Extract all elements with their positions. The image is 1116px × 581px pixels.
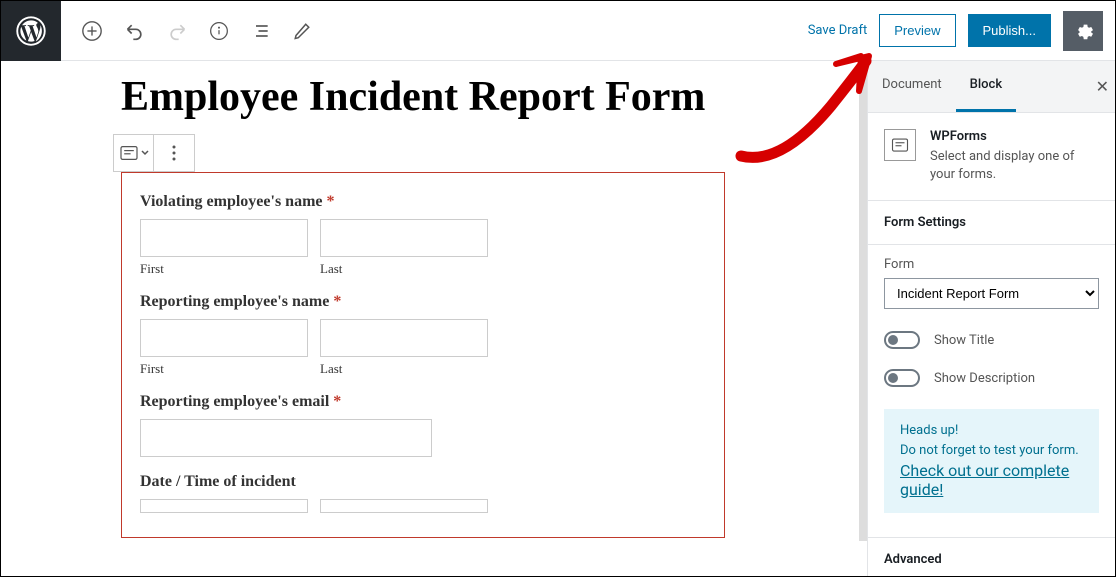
- block-toolbar: [113, 134, 195, 172]
- last-name-input[interactable]: [320, 219, 488, 257]
- settings-button[interactable]: [1063, 11, 1103, 51]
- block-name-label: WPForms: [930, 129, 1099, 144]
- tab-block[interactable]: Block: [956, 61, 1016, 112]
- toolbar-left: [61, 20, 311, 42]
- edit-icon[interactable]: [293, 22, 311, 40]
- field-reporting-name: Reporting employee's name * First Last: [140, 293, 706, 377]
- outline-icon[interactable]: [251, 21, 271, 41]
- undo-icon[interactable]: [125, 21, 145, 41]
- last-name-input[interactable]: [320, 319, 488, 357]
- required-mark: *: [327, 193, 335, 210]
- redo-icon[interactable]: [167, 21, 187, 41]
- block-type-icon[interactable]: [114, 135, 154, 171]
- email-input[interactable]: [140, 419, 432, 457]
- required-mark: *: [333, 393, 341, 410]
- toggle-show-desc-row: Show Description: [868, 359, 1115, 397]
- sidebar-tabs: Document Block ✕: [868, 61, 1115, 113]
- field-label: Violating employee's name *: [140, 193, 706, 211]
- toggle-show-title[interactable]: [884, 331, 920, 349]
- content-scrollbar[interactable]: [859, 61, 867, 541]
- save-draft-link[interactable]: Save Draft: [808, 23, 868, 38]
- time-input[interactable]: [320, 499, 488, 513]
- date-input[interactable]: [140, 499, 308, 513]
- settings-sidebar: Document Block ✕ WPForms Select and disp…: [867, 61, 1115, 576]
- top-toolbar: Save Draft Preview Publish...: [1, 1, 1115, 61]
- wordpress-logo[interactable]: [1, 1, 61, 61]
- block-more-icon[interactable]: [154, 135, 194, 171]
- form-settings-header[interactable]: Form Settings: [868, 201, 1115, 245]
- wpforms-block[interactable]: Violating employee's name * First Last R…: [121, 172, 725, 538]
- sublabel-first: First: [140, 261, 308, 277]
- field-date-time: Date / Time of incident: [140, 473, 706, 513]
- publish-button[interactable]: Publish...: [968, 14, 1051, 47]
- advanced-header[interactable]: Advanced: [868, 537, 1115, 581]
- preview-button[interactable]: Preview: [879, 14, 955, 47]
- add-block-icon[interactable]: [81, 20, 103, 42]
- info-icon[interactable]: [209, 21, 229, 41]
- editor-area: Employee Incident Report Form Violating …: [1, 61, 1115, 576]
- notice-box: Heads up! Do not forget to test your for…: [884, 409, 1099, 512]
- first-name-input[interactable]: [140, 219, 308, 257]
- required-mark: *: [333, 293, 341, 310]
- toggle-label: Show Title: [934, 333, 994, 348]
- field-label: Reporting employee's name *: [140, 293, 706, 311]
- field-label: Date / Time of incident: [140, 473, 706, 491]
- field-label: Reporting employee's email *: [140, 393, 706, 411]
- toggle-show-description[interactable]: [884, 369, 920, 387]
- notice-link[interactable]: Check out our complete guide!: [900, 461, 1069, 499]
- block-info-panel: WPForms Select and display one of your f…: [868, 113, 1115, 201]
- notice-title: Heads up!: [900, 423, 1083, 438]
- sublabel-first: First: [140, 361, 308, 377]
- form-settings-panel: Form Incident Report Form: [868, 245, 1115, 321]
- field-violating-name: Violating employee's name * First Last: [140, 193, 706, 277]
- page-title[interactable]: Employee Incident Report Form: [121, 71, 721, 124]
- wpforms-icon: [884, 129, 916, 161]
- block-description: Select and display one of your forms.: [930, 148, 1099, 184]
- sublabel-last: Last: [320, 361, 488, 377]
- first-name-input[interactable]: [140, 319, 308, 357]
- content-area: Employee Incident Report Form Violating …: [1, 61, 867, 576]
- form-select-label: Form: [884, 257, 1099, 272]
- toggle-show-title-row: Show Title: [868, 321, 1115, 359]
- field-reporting-email: Reporting employee's email *: [140, 393, 706, 457]
- notice-text: Do not forget to test your form.: [900, 442, 1083, 460]
- toolbar-right: Save Draft Preview Publish...: [808, 11, 1115, 51]
- close-sidebar-icon[interactable]: ✕: [1088, 61, 1115, 112]
- form-select[interactable]: Incident Report Form: [884, 278, 1099, 309]
- toggle-label: Show Description: [934, 371, 1035, 386]
- tab-document[interactable]: Document: [868, 61, 956, 112]
- sublabel-last: Last: [320, 261, 488, 277]
